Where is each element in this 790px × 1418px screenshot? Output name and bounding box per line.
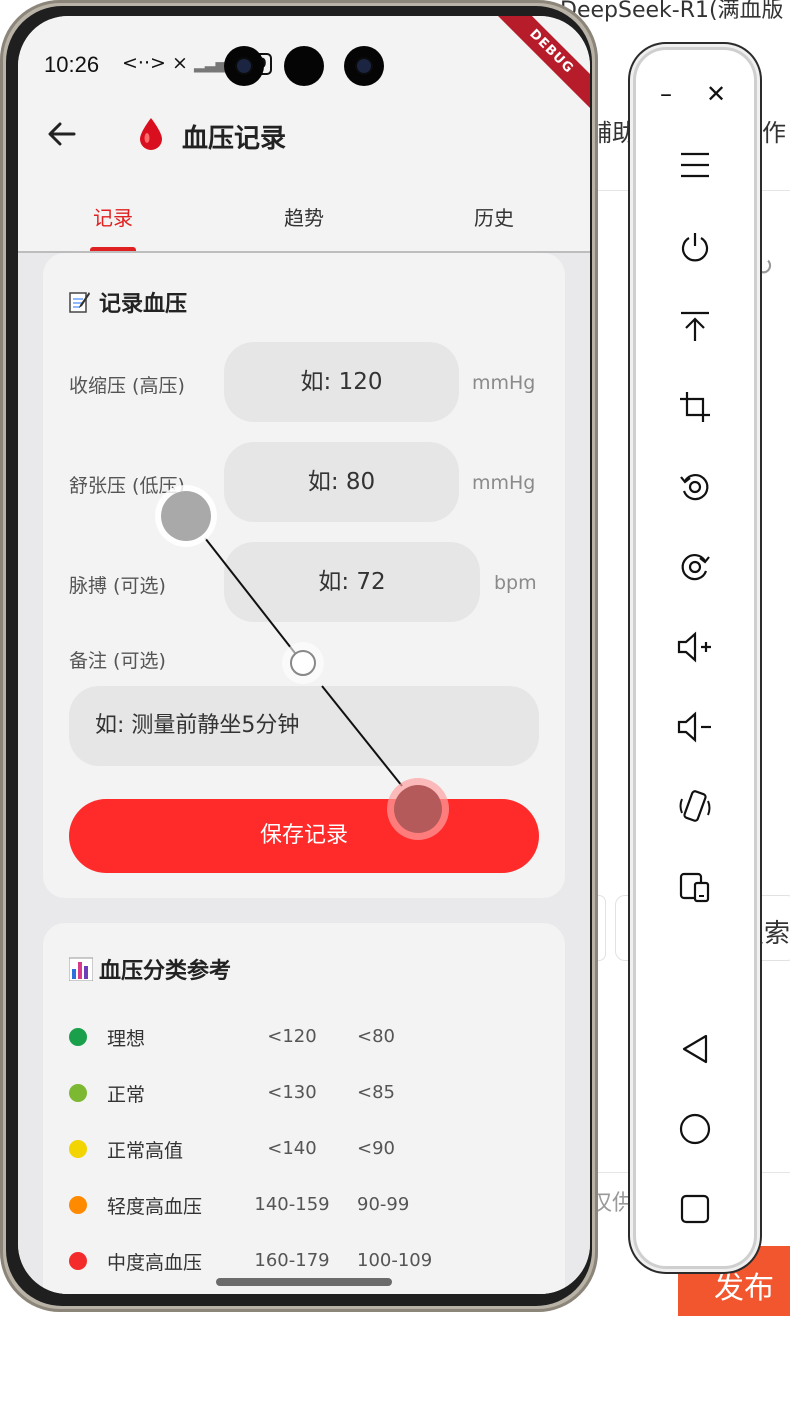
refresh-icon[interactable]: ↻ bbox=[752, 252, 782, 282]
volume-down-icon[interactable] bbox=[672, 704, 718, 750]
home-nav-icon[interactable] bbox=[672, 1106, 718, 1152]
touch-point-indicator bbox=[394, 785, 442, 833]
background-app-title: DeepSeek-R1(满血版 bbox=[560, 0, 784, 23]
pin-top-icon[interactable] bbox=[672, 304, 718, 350]
power-icon[interactable] bbox=[672, 224, 718, 270]
multi-device-icon[interactable] bbox=[672, 864, 718, 910]
crop-icon[interactable] bbox=[672, 384, 718, 430]
phone-screen: 10:26 <··> × ▂▃▅ 100 DEBUG 血压记录 记录 bbox=[18, 16, 590, 1294]
rotate-left-icon[interactable] bbox=[672, 464, 718, 510]
minimize-icon[interactable]: – bbox=[660, 80, 672, 108]
touch-pivot-indicator bbox=[290, 650, 316, 676]
back-nav-icon[interactable] bbox=[672, 1026, 718, 1072]
menu-icon[interactable] bbox=[672, 142, 718, 188]
shake-icon[interactable] bbox=[672, 784, 718, 830]
touch-point-indicator bbox=[161, 491, 211, 541]
home-indicator[interactable] bbox=[216, 1278, 392, 1286]
close-icon[interactable]: ✕ bbox=[706, 80, 726, 108]
volume-up-icon[interactable] bbox=[672, 624, 718, 670]
emulator-toolbar: – ✕ bbox=[636, 50, 754, 1266]
recents-nav-icon[interactable] bbox=[672, 1186, 718, 1232]
phone-bezel: 10:26 <··> × ▂▃▅ 100 DEBUG 血压记录 记录 bbox=[6, 6, 592, 1306]
phone-frame: 10:26 <··> × ▂▃▅ 100 DEBUG 血压记录 记录 bbox=[0, 0, 598, 1312]
rotate-right-icon[interactable] bbox=[672, 544, 718, 590]
